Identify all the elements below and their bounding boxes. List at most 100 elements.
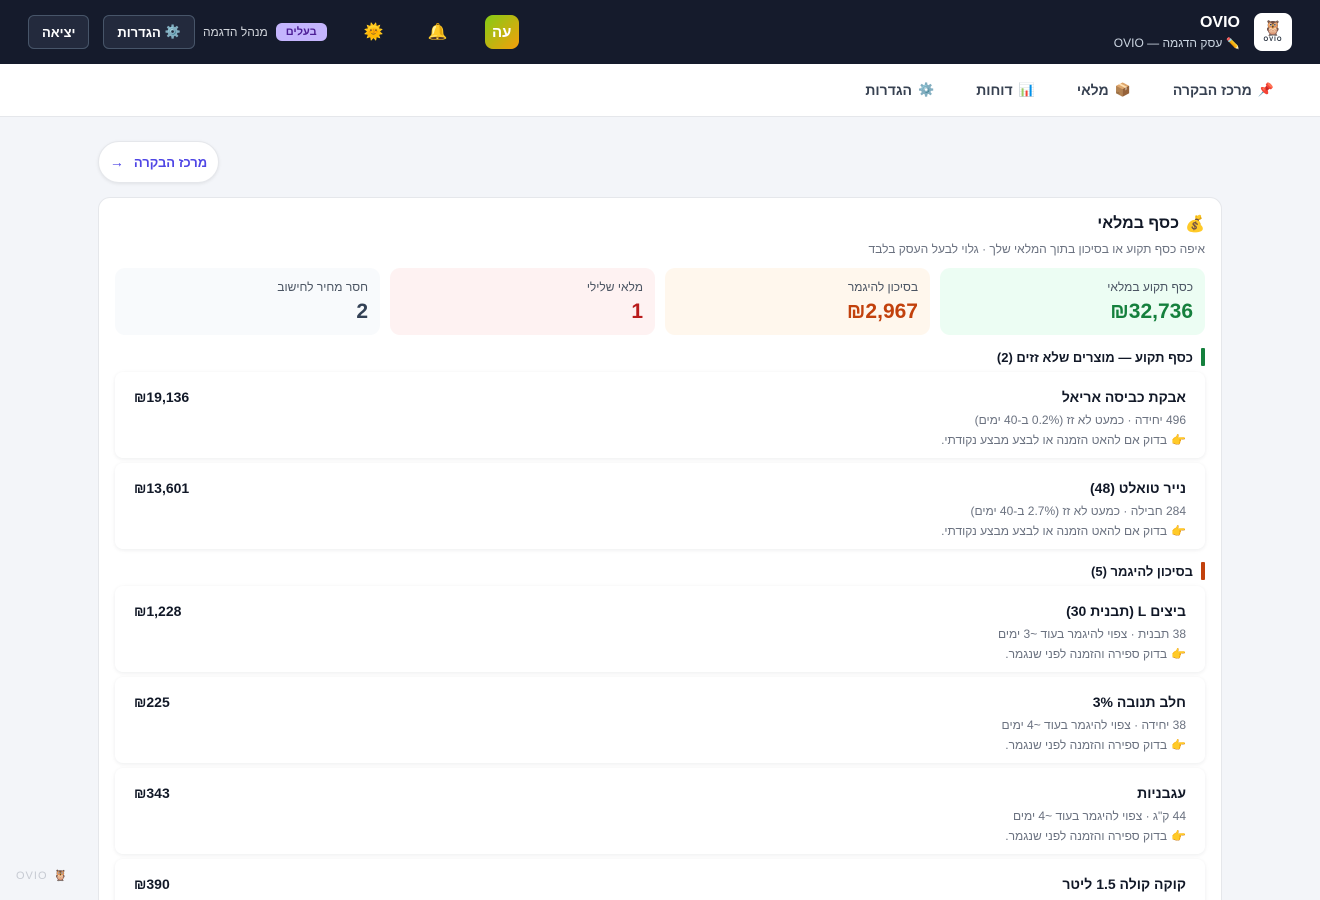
- arrow-left-icon: →: [109, 154, 124, 170]
- item-meta: 38 תבנית · צפוי להיגמר בעוד ~3 ימים: [998, 627, 1186, 641]
- pencil-icon: ✏️: [1226, 37, 1240, 50]
- owl-icon: 🦉: [1263, 20, 1283, 37]
- app-name: OVIO: [1199, 14, 1240, 31]
- section-title: בסיכון להיגמר (5): [1090, 563, 1193, 579]
- item-name: חלב תנובה 3%: [1092, 694, 1186, 710]
- theme-toggle-sun-icon[interactable]: 🌞: [357, 15, 391, 49]
- back-button-label: מרכז הבקרה: [133, 154, 208, 170]
- inventory-money-card: 💰 כסף במלאי איפה כסף תקוע או בסיכון בתוך…: [98, 197, 1222, 900]
- item-info: חלב תנובה 3% 38 יחידה · צפוי להיגמר בעוד…: [1002, 694, 1186, 763]
- stat-stuck-money: כסף תקוע במלאי ₪32,736: [940, 268, 1205, 335]
- user-role-name: מנהל הדגמה: [202, 25, 268, 39]
- stat-missing-price: חסר מחיר לחישוב 2: [115, 268, 380, 335]
- nav-item-control-center[interactable]: 📌 מרכז הבקרה: [1173, 82, 1274, 98]
- watermark-text: OVIO: [16, 869, 48, 882]
- logo-text: OVIO: [1263, 37, 1283, 43]
- package-icon: 📦: [1114, 82, 1131, 97]
- nav-item-label: מלאי: [1076, 82, 1109, 98]
- nav-item-label: דוחות: [976, 82, 1013, 98]
- item-amount: ₪343: [134, 785, 170, 801]
- pointing-hand-icon: 👉: [1171, 524, 1186, 538]
- stat-value: ₪2,967: [846, 300, 918, 323]
- item-tip: 👉 בדוק ספירה והזמנה לפני שנגמר.: [1002, 738, 1186, 752]
- section-accent-bar: [1201, 348, 1205, 366]
- item-name: אבקת כביסה אריאל: [1061, 389, 1186, 405]
- item-name: נייר טואלט (48): [1089, 480, 1186, 496]
- pointing-hand-icon: 👉: [1171, 647, 1186, 661]
- owl-icon: 🦉: [53, 870, 69, 882]
- nav-item-label: הגדרות: [865, 82, 913, 98]
- pointing-hand-icon: 👉: [1171, 738, 1186, 752]
- nav-item-settings[interactable]: ⚙️ הגדרות: [865, 82, 934, 98]
- logout-button[interactable]: יציאה: [28, 15, 90, 49]
- list-item[interactable]: אבקת כביסה אריאל 496 יחידה · כמעט לא זז …: [115, 372, 1205, 458]
- section-header-stuck: כסף תקוע — מוצרים שלא זזים (2): [115, 348, 1205, 366]
- settings-button-label: הגדרות: [117, 24, 161, 40]
- stat-value: 2: [356, 300, 368, 323]
- bell-icon[interactable]: 🔔: [421, 15, 455, 49]
- stat-value: ₪32,736: [1110, 300, 1193, 323]
- item-tip-text: בדוק ספירה והזמנה לפני שנגמר.: [1005, 738, 1168, 752]
- stat-label: חסר מחיר לחישוב: [277, 280, 368, 294]
- item-tip-text: בדוק אם להאט הזמנה או לבצע מבצע נקודתי.: [941, 524, 1168, 538]
- item-info: קוקה קולה 1.5 ליטר: [1062, 876, 1186, 900]
- card-subtitle: איפה כסף תקוע או בסיכון בתוך המלאי שלך ·…: [868, 242, 1205, 256]
- list-item[interactable]: ביצים L (תבנית 30) 38 תבנית · צפוי להיגמ…: [115, 586, 1205, 672]
- list-item[interactable]: חלב תנובה 3% 38 יחידה · צפוי להיגמר בעוד…: [115, 677, 1205, 763]
- list-item[interactable]: נייר טואלט (48) 284 חבילה · כמעט לא זז (…: [115, 463, 1205, 549]
- item-amount: ₪225: [134, 694, 170, 710]
- stat-negative-stock: מלאי שלילי 1: [390, 268, 655, 335]
- item-info: אבקת כביסה אריאל 496 יחידה · כמעט לא זז …: [941, 389, 1186, 458]
- item-tip: 👉 בדוק ספירה והזמנה לפני שנגמר.: [1005, 829, 1186, 843]
- bar-chart-icon: 📊: [1018, 82, 1035, 97]
- item-info: עגבניות 44 ק"ג · צפוי להיגמר בעוד ~4 ימי…: [1005, 785, 1186, 854]
- section-accent-bar: [1201, 562, 1205, 580]
- stat-label: בסיכון להיגמר: [847, 280, 918, 294]
- section-header-at-risk: בסיכון להיגמר (5): [115, 562, 1205, 580]
- gear-icon: ⚙️: [918, 82, 935, 97]
- nav-item-label: מרכז הבקרה: [1172, 82, 1252, 98]
- nav-item-reports[interactable]: 📊 דוחות: [976, 82, 1035, 98]
- top-bar: 🦉 OVIO OVIO ✏️ עסק הדגמה — OVIO עה 🔔 🌞 ב…: [0, 0, 1320, 64]
- item-info: נייר טואלט (48) 284 חבילה · כמעט לא זז (…: [941, 480, 1186, 549]
- watermark: OVIO 🦉: [16, 869, 69, 883]
- pointing-hand-icon: 👉: [1171, 829, 1186, 843]
- main-nav: 📌 מרכז הבקרה 📦 מלאי 📊 דוחות ⚙️ הגדרות: [0, 64, 1320, 117]
- gear-icon: ⚙️: [164, 24, 181, 39]
- stuck-items-list: אבקת כביסה אריאל 496 יחידה · כמעט לא זז …: [115, 372, 1205, 549]
- item-info: ביצים L (תבנית 30) 38 תבנית · צפוי להיגמ…: [998, 603, 1186, 672]
- list-item[interactable]: עגבניות 44 ק"ג · צפוי להיגמר בעוד ~4 ימי…: [115, 768, 1205, 854]
- item-name: ביצים L (תבנית 30): [1066, 603, 1186, 619]
- card-title: 💰 כסף במלאי: [115, 214, 1205, 234]
- item-tip: 👉 בדוק אם להאט הזמנה או לבצע מבצע נקודתי…: [941, 433, 1186, 447]
- topbar-actions: עה 🔔 🌞 בעלים מנהל הדגמה ⚙️ הגדרות יציאה: [28, 15, 519, 49]
- card-title-text: כסף במלאי: [1097, 215, 1180, 232]
- item-amount: ₪13,601: [134, 480, 190, 496]
- brand[interactable]: 🦉 OVIO OVIO ✏️ עסק הדגמה — OVIO: [1114, 13, 1292, 51]
- business-name: ✏️ עסק הדגמה — OVIO: [1114, 36, 1240, 50]
- stat-label: מלאי שלילי: [586, 280, 643, 294]
- settings-button[interactable]: ⚙️ הגדרות: [103, 15, 195, 49]
- role-badge: בעלים: [275, 23, 327, 41]
- item-meta: 284 חבילה · כמעט לא זז (2.7% ב-40 ימים): [970, 504, 1186, 518]
- item-tip: 👉 בדוק ספירה והזמנה לפני שנגמר.: [998, 647, 1186, 661]
- item-name: עגבניות: [1137, 785, 1186, 801]
- stat-label: כסף תקוע במלאי: [1107, 280, 1193, 294]
- back-to-control-center-button[interactable]: מרכז הבקרה →: [98, 141, 219, 183]
- item-amount: ₪390: [134, 876, 170, 892]
- item-tip-text: בדוק ספירה והזמנה לפני שנגמר.: [1005, 647, 1168, 661]
- list-item[interactable]: קוקה קולה 1.5 ליטר ₪390: [115, 859, 1205, 900]
- stat-value: 1: [631, 300, 643, 323]
- item-tip: 👉 בדוק אם להאט הזמנה או לבצע מבצע נקודתי…: [941, 524, 1186, 538]
- stat-at-risk: בסיכון להיגמר ₪2,967: [665, 268, 930, 335]
- pointing-hand-icon: 👉: [1171, 433, 1186, 447]
- at-risk-items-list: ביצים L (תבנית 30) 38 תבנית · צפוי להיגמ…: [115, 586, 1205, 900]
- item-name: קוקה קולה 1.5 ליטר: [1062, 876, 1186, 892]
- pin-icon: 📌: [1257, 82, 1274, 97]
- avatar[interactable]: עה: [484, 15, 519, 49]
- nav-item-inventory[interactable]: 📦 מלאי: [1077, 82, 1131, 98]
- business-name-label: עסק הדגמה — OVIO: [1113, 36, 1223, 50]
- item-amount: ₪1,228: [134, 603, 182, 619]
- section-title: כסף תקוע — מוצרים שלא זזים (2): [996, 349, 1193, 365]
- item-meta: 44 ק"ג · צפוי להיגמר בעוד ~4 ימים: [1012, 809, 1186, 823]
